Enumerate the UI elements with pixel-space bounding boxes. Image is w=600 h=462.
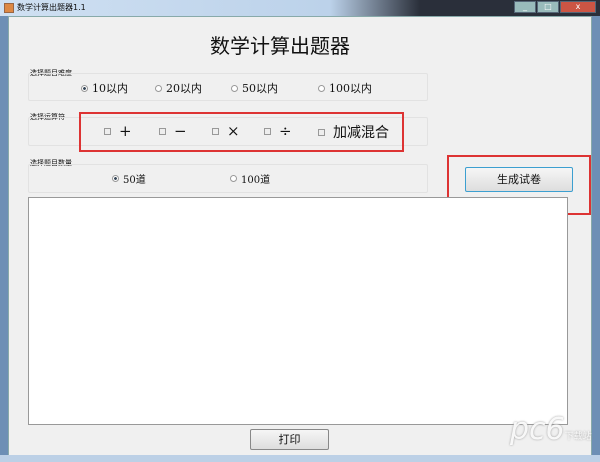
- print-button[interactable]: 打印: [250, 429, 329, 450]
- radio-label: 50道: [123, 175, 146, 186]
- radio-icon: [81, 84, 88, 92]
- window-frame-bottom: [0, 455, 600, 462]
- radio-icon: [318, 84, 325, 92]
- title-bar[interactable]: 数学计算出题器1.1 _ □ x: [0, 0, 600, 16]
- radio-label: 100以内: [329, 82, 372, 95]
- minimize-button[interactable]: _: [514, 1, 536, 13]
- radio-label: 20以内: [166, 82, 202, 95]
- watermark-logo: pc6下载站: [510, 412, 592, 447]
- page-title: 数学计算出题器: [210, 34, 350, 58]
- radio-icon: [230, 175, 237, 182]
- app-icon: [4, 3, 14, 13]
- radio-50[interactable]: 50以内: [231, 80, 278, 96]
- close-button[interactable]: x: [560, 1, 596, 13]
- radio-icon: [155, 84, 162, 92]
- radio-10[interactable]: 10以内: [81, 80, 128, 96]
- window-title: 数学计算出题器1.1: [17, 3, 86, 12]
- count-group: [28, 164, 428, 193]
- radio-20[interactable]: 20以内: [155, 80, 202, 96]
- radio-label: 50以内: [242, 82, 278, 95]
- radio-label: 10以内: [92, 82, 128, 95]
- output-textarea[interactable]: [28, 197, 568, 425]
- maximize-button[interactable]: □: [537, 1, 559, 13]
- highlight-box-operators: [79, 112, 404, 152]
- radio-icon: [231, 84, 238, 92]
- radio-label: 100道: [241, 175, 271, 186]
- radio-icon: [112, 175, 119, 182]
- radio-100[interactable]: 100以内: [318, 80, 372, 96]
- radio-50-questions[interactable]: 50道: [112, 171, 146, 186]
- radio-100-questions[interactable]: 100道: [230, 171, 270, 186]
